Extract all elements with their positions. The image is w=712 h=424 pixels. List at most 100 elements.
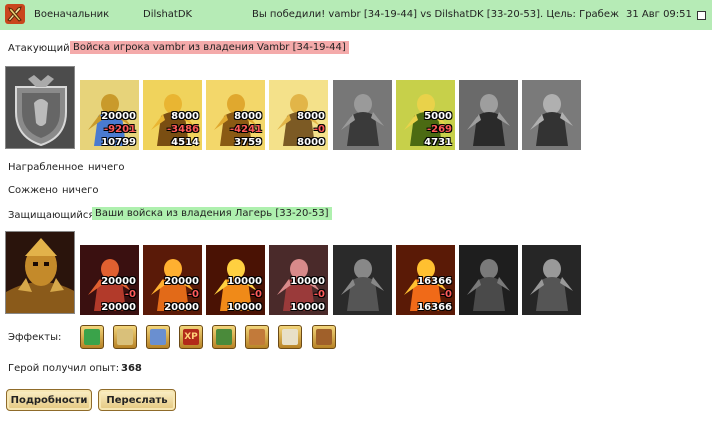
attacker-unit-3-card[interactable]: 8000 -4241 3759	[206, 80, 265, 150]
effects-label: Эффекты:	[8, 332, 62, 343]
unit-counts: 8000 -0 8000	[297, 110, 325, 149]
unit-count-lost: -3486	[167, 124, 199, 135]
unit-count-initial: 20000	[101, 276, 136, 287]
unit-count-remaining: 10000	[227, 302, 262, 313]
creature-icon	[522, 245, 581, 315]
defender-unit-4-card[interactable]: 10000 -0 10000	[269, 245, 328, 315]
defender-unit-7-card[interactable]	[459, 245, 518, 315]
unit-counts: 10000 -0 10000	[290, 275, 325, 314]
experience-value: 368	[121, 363, 142, 374]
unit-counts: 20000 -0 20000	[101, 275, 136, 314]
defender-unit-6-card[interactable]: 16366 -0 16366	[396, 245, 455, 315]
loot-label: Награбленное	[8, 162, 84, 173]
unit-count-lost: -0	[313, 124, 325, 135]
unit-count-lost: -269	[426, 124, 452, 135]
scroll-glyph	[117, 329, 133, 345]
details-button[interactable]: Подробности	[6, 389, 92, 411]
defender-unit-8-card[interactable]	[522, 245, 581, 315]
xp-book-icon[interactable]	[212, 325, 236, 349]
unit-count-lost: -0	[124, 289, 136, 300]
burned-label: Сожжено	[8, 185, 58, 196]
chest-icon[interactable]	[312, 325, 336, 349]
attacker-unit-4-card[interactable]: 8000 -0 8000	[269, 80, 328, 150]
experience-label: Герой получил опыт:	[8, 363, 120, 374]
defender-unit-5-card[interactable]	[333, 245, 392, 315]
chest-glyph	[316, 329, 332, 345]
scroll-icon[interactable]	[113, 325, 137, 349]
attacker-unit-8-card[interactable]	[522, 80, 581, 150]
defender-unit-1-card[interactable]: 20000 -0 20000	[80, 245, 139, 315]
player-name[interactable]: DilshatDK	[143, 9, 192, 20]
unit-count-lost: -9201	[104, 124, 136, 135]
player-rank: Военачальник	[34, 9, 110, 20]
unit-count-lost: -0	[313, 289, 325, 300]
defender-label: Защищающийся	[8, 210, 95, 221]
dice-glyph	[282, 329, 298, 345]
attacker-tag: Войска игрока vambr из владения Vambr [3…	[70, 41, 349, 54]
unit-count-lost: -4241	[230, 124, 262, 135]
battle-result: Вы победили! vambr [34-19-44] vs Dilshat…	[252, 9, 619, 20]
attacker-unit-1-card[interactable]: 20000 -9201 10799	[80, 80, 139, 150]
unit-count-remaining: 20000	[164, 302, 199, 313]
xp-glyph: XP	[183, 329, 199, 345]
unit-counts: 20000 -9201 10799	[101, 110, 136, 149]
hand-magic-glyph	[150, 329, 166, 345]
defender-unit-2-card[interactable]: 20000 -0 20000	[143, 245, 202, 315]
unit-count-initial: 8000	[171, 111, 199, 122]
dice-icon[interactable]	[278, 325, 302, 349]
burned-value: ничего	[62, 185, 99, 196]
unit-count-lost: -0	[440, 289, 452, 300]
unit-count-initial: 10000	[290, 276, 325, 287]
hand-magic-icon[interactable]	[146, 325, 170, 349]
unit-count-initial: 10000	[227, 276, 262, 287]
unit-count-remaining: 20000	[101, 302, 136, 313]
battle-datetime: 31 Авг 09:51	[626, 9, 692, 20]
creature-icon	[522, 80, 581, 150]
defender-hero-portrait[interactable]	[5, 231, 75, 314]
unit-count-initial: 16366	[417, 276, 452, 287]
unit-counts: 5000 -269 4731	[424, 110, 452, 149]
creature-icon	[459, 80, 518, 150]
battle-icon	[5, 4, 25, 24]
xp-icon[interactable]: XP	[179, 325, 203, 349]
axe-icon[interactable]	[245, 325, 269, 349]
defender-unit-3-card[interactable]: 10000 -0 10000	[206, 245, 265, 315]
forward-button[interactable]: Переслать	[98, 389, 176, 411]
attacker-unit-2-card[interactable]: 8000 -3486 4514	[143, 80, 202, 150]
unit-counts: 16366 -0 16366	[417, 275, 452, 314]
unit-counts: 8000 -3486 4514	[167, 110, 199, 149]
warlord-portrait-icon	[6, 232, 74, 313]
defender-tag: Ваши войска из владения Лагерь [33-20-53…	[92, 207, 332, 220]
sword-icon[interactable]	[80, 325, 104, 349]
unit-count-initial: 20000	[101, 111, 136, 122]
unit-count-remaining: 4514	[171, 137, 199, 148]
unit-count-initial: 5000	[424, 111, 452, 122]
unit-counts: 10000 -0 10000	[227, 275, 262, 314]
unit-count-lost: -0	[250, 289, 262, 300]
unit-count-remaining: 3759	[234, 137, 262, 148]
unit-count-lost: -0	[187, 289, 199, 300]
knight-crest-icon	[6, 67, 74, 148]
unit-count-remaining: 10000	[290, 302, 325, 313]
attacker-unit-7-card[interactable]	[459, 80, 518, 150]
unit-count-initial: 8000	[234, 111, 262, 122]
unit-counts: 8000 -4241 3759	[230, 110, 262, 149]
report-header: Военачальник DilshatDK Вы победили! vamb…	[0, 0, 712, 30]
loot-value: ничего	[88, 162, 125, 173]
unit-count-remaining: 10799	[101, 137, 136, 148]
xp-book-glyph	[216, 329, 232, 345]
creature-icon	[459, 245, 518, 315]
unit-count-remaining: 16366	[417, 302, 452, 313]
attacker-label: Атакующий	[8, 43, 70, 54]
unit-count-initial: 8000	[297, 111, 325, 122]
select-checkbox[interactable]	[697, 11, 706, 20]
unit-count-remaining: 4731	[424, 137, 452, 148]
attacker-unit-6-card[interactable]: 5000 -269 4731	[396, 80, 455, 150]
creature-icon	[333, 245, 392, 315]
attacker-hero-portrait[interactable]	[5, 66, 75, 149]
attacker-unit-5-card[interactable]	[333, 80, 392, 150]
creature-icon	[333, 80, 392, 150]
unit-count-remaining: 8000	[297, 137, 325, 148]
sword-glyph	[84, 329, 100, 345]
axe-glyph	[249, 329, 265, 345]
